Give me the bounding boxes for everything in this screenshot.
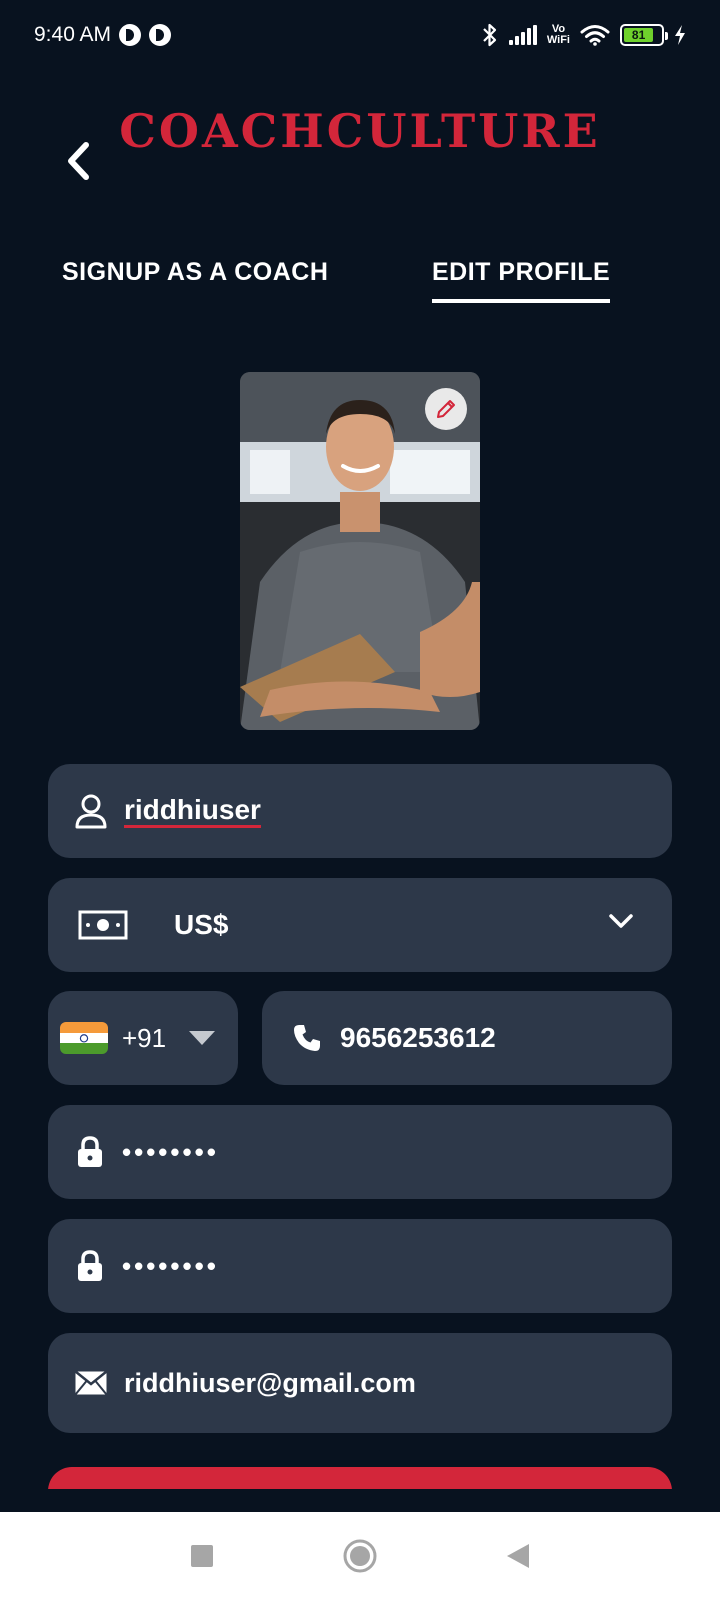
chevron-down-icon xyxy=(609,914,633,928)
india-flag-icon xyxy=(60,1022,108,1054)
email-field[interactable]: riddhiuser@gmail.com xyxy=(48,1333,672,1433)
currency-value: US$ xyxy=(174,909,229,940)
tab-signup-as-coach[interactable]: SIGNUP AS A COACH xyxy=(62,258,328,299)
confirm-password-value: •••••••• xyxy=(122,1250,219,1281)
bluetooth-icon xyxy=(483,23,496,47)
password-value: •••••••• xyxy=(122,1136,219,1167)
country-code-select[interactable]: +91 xyxy=(48,991,238,1085)
lock-icon xyxy=(78,1250,102,1281)
username-value: riddhiuser xyxy=(124,794,261,828)
status-time: 9:40 AM xyxy=(34,23,112,46)
lock-icon xyxy=(78,1136,102,1167)
status-right: Vo WiFi 81 xyxy=(481,23,686,47)
phone-icon xyxy=(294,1025,320,1051)
wifi-icon xyxy=(580,25,610,46)
battery-level: 81 xyxy=(624,28,654,42)
cash-icon xyxy=(78,910,128,940)
tab-bar: SIGNUP AS A COACH EDIT PROFILE xyxy=(0,258,720,312)
system-navigation-bar xyxy=(0,1512,720,1600)
app-circle-icon xyxy=(149,24,172,46)
recent-apps-button[interactable] xyxy=(182,1536,222,1576)
status-left: 9:40 AM xyxy=(34,23,172,47)
password-field[interactable]: •••••••• xyxy=(48,1105,672,1199)
ashoka-chakra-icon xyxy=(79,1033,89,1043)
caret-down-icon xyxy=(189,1031,216,1045)
edit-profile-screen: 9:40 AM Vo WiFi 81 COACHCULTURE SIGNUP A… xyxy=(0,0,720,1600)
home-button[interactable] xyxy=(340,1536,380,1576)
confirm-password-field[interactable]: •••••••• xyxy=(48,1219,672,1313)
status-bar: 9:40 AM Vo WiFi 81 xyxy=(0,0,720,70)
username-field[interactable]: riddhiuser xyxy=(48,764,672,858)
charging-icon xyxy=(675,25,685,45)
brand-logo: COACHCULTURE xyxy=(119,104,601,158)
home-icon xyxy=(343,1539,377,1573)
phone-field[interactable]: 9656253612 xyxy=(262,991,672,1085)
edit-photo-button[interactable] xyxy=(425,388,467,430)
recent-apps-icon xyxy=(191,1545,213,1567)
user-icon xyxy=(75,794,107,829)
vowifi-indicator: Vo WiFi xyxy=(547,24,570,46)
battery-icon: 81 xyxy=(620,24,668,46)
currency-select[interactable]: US$ xyxy=(48,878,672,972)
dial-code: +91 xyxy=(122,1022,167,1053)
back-icon xyxy=(507,1544,529,1568)
email-value: riddhiuser@gmail.com xyxy=(124,1367,416,1398)
vowifi-bottom: WiFi xyxy=(546,34,570,46)
tab-edit-profile[interactable]: EDIT PROFILE xyxy=(432,258,611,303)
mail-icon xyxy=(74,1370,108,1396)
phone-value: 9656253612 xyxy=(340,1022,496,1053)
system-back-button[interactable] xyxy=(498,1536,538,1576)
app-circle-icon xyxy=(119,24,142,46)
signal-icon xyxy=(508,25,537,45)
pencil-icon xyxy=(437,400,455,418)
